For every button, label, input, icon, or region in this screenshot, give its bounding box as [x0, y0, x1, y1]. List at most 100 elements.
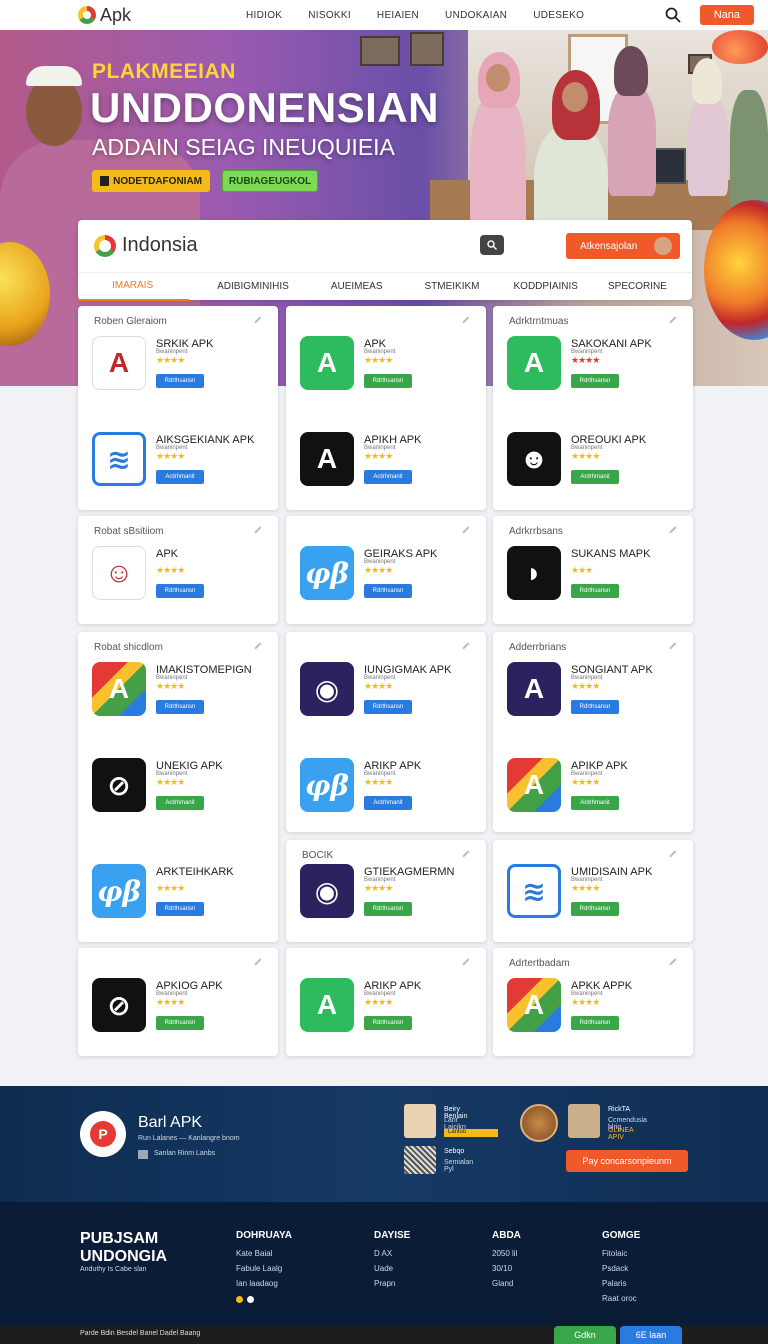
- download-button[interactable]: Rdrthsansn: [571, 700, 619, 714]
- footer-link[interactable]: Raat oroc: [602, 1294, 640, 1303]
- download-button[interactable]: Rdrthsansn: [571, 584, 619, 598]
- download-button[interactable]: Rdrthsansn: [571, 902, 619, 916]
- app-list-item[interactable]: ◗ SUKANS MAPK ★★★ Rdrthsansn: [507, 546, 687, 606]
- pin-icon[interactable]: [669, 642, 681, 654]
- app-list-item[interactable]: A SAKOKANI APK Bwaninpent ★★★★ Rdrthsansn: [507, 336, 687, 396]
- footer-link[interactable]: Gland: [492, 1279, 521, 1288]
- download-button[interactable]: Rdrthsansn: [364, 902, 412, 916]
- app-list-item[interactable]: φβ ARKTEIHKARK ★★★★ Rdrthsansn: [92, 864, 272, 924]
- pin-icon[interactable]: [669, 526, 681, 538]
- pin-icon[interactable]: [669, 958, 681, 970]
- download-button[interactable]: Rdrthsansn: [156, 902, 204, 916]
- carousel-dot-active[interactable]: [236, 1296, 243, 1303]
- pin-icon[interactable]: [669, 316, 681, 328]
- footer-link[interactable]: 30/10: [492, 1264, 521, 1273]
- app-list-item[interactable]: ⊘ APKIOG APK Bwaninpent ★★★★ Rdrthsansn: [92, 978, 272, 1038]
- download-button[interactable]: Rdrthsansn: [156, 374, 204, 388]
- app-list-item[interactable]: A SRKIK APK Bwaninpent ★★★★ Rdrthsansn: [92, 336, 272, 396]
- app-list-item[interactable]: φβ ARIKP APK Bwaninpent ★★★★ Ardrhmanit: [300, 758, 480, 818]
- pin-icon[interactable]: [254, 526, 266, 538]
- app-card: φβ GEIRAKS APK Bwaninpent ★★★★ Rdrthsansn: [286, 516, 486, 624]
- app-list-item[interactable]: ◉ IUNGIGMAK APK Bwaninpent ★★★★ Rdrthsansn: [300, 662, 480, 722]
- footer-link[interactable]: Psdack: [602, 1264, 640, 1273]
- pin-icon[interactable]: [254, 642, 266, 654]
- hero-secondary-button[interactable]: RUBIAGEUGKOL: [222, 170, 318, 192]
- tab[interactable]: ADIBIGMINIHIS: [189, 281, 301, 292]
- app-list-item[interactable]: ☻ OREOUKI APK Bwaninpent ★★★★ Ardrhmanit: [507, 432, 687, 492]
- download-button[interactable]: Ardrhmanit: [156, 470, 204, 484]
- nav-link[interactable]: HEIAIEN: [377, 10, 419, 21]
- pin-icon[interactable]: [462, 642, 474, 654]
- store-cta-button[interactable]: Atkensajolan: [566, 233, 680, 259]
- pin-icon[interactable]: [462, 850, 474, 862]
- pin-icon[interactable]: [462, 316, 474, 328]
- carousel-dot[interactable]: [247, 1296, 254, 1303]
- download-button[interactable]: Rdrthsansn: [156, 584, 204, 598]
- search-button[interactable]: [662, 4, 684, 26]
- avatar: [404, 1104, 436, 1138]
- download-button[interactable]: Rdrthsansn: [571, 1016, 619, 1030]
- download-button[interactable]: Rdrthsansn: [156, 1016, 204, 1030]
- rating-stars: ★★★★: [156, 997, 185, 1007]
- nav-link[interactable]: NISOKKI: [308, 10, 351, 21]
- app-list-item[interactable]: ≋ AIKSGEKIANK APK Bwaninpent ★★★★ Ardrhmanit: [92, 432, 272, 492]
- store-search-button[interactable]: [480, 235, 504, 255]
- download-button[interactable]: Rdrthsansn: [571, 374, 619, 388]
- download-button[interactable]: Ardrhmanit: [571, 470, 619, 484]
- download-button[interactable]: Rdrthsansn: [364, 584, 412, 598]
- promo-logo[interactable]: P: [80, 1111, 126, 1157]
- app-list-item[interactable]: A SONGIANT APK Bwaninpent ★★★★ Rdrthsansn: [507, 662, 687, 722]
- app-list-item[interactable]: ☺ APK ★★★★ Rdrthsansn: [92, 546, 272, 606]
- tab[interactable]: STMEIKIKM: [395, 281, 492, 292]
- app-list-item[interactable]: A APK Bwaninpent ★★★★ Rdrthsansn: [300, 336, 480, 396]
- search-icon: [665, 7, 681, 23]
- hero-primary-button[interactable]: NODETDAFONIAM: [92, 170, 210, 192]
- pin-icon[interactable]: [462, 958, 474, 970]
- pin-icon[interactable]: [462, 526, 474, 538]
- download-button[interactable]: Ardrhmanit: [571, 796, 619, 810]
- store-brand[interactable]: Indonsia: [94, 234, 198, 257]
- footer-link[interactable]: Uade: [374, 1264, 410, 1273]
- nav-link[interactable]: UNDOKAIAN: [445, 10, 507, 21]
- app-list-item[interactable]: ⊘ UNEKIG APK Bwaninpent ★★★★ Ardrhmanit: [92, 758, 272, 818]
- app-list-item[interactable]: A APIKH APK Bwaninpent ★★★★ Ardrhmanit: [300, 432, 480, 492]
- bottom-blue-button[interactable]: 6E laan: [620, 1326, 682, 1344]
- nav-link[interactable]: UDESEKO: [533, 10, 584, 21]
- app-list-item[interactable]: A APIKP APK Bwaninpent ★★★★ Ardrhmanit: [507, 758, 687, 818]
- footer-link[interactable]: Prapn: [374, 1279, 410, 1288]
- app-list-item[interactable]: ◉ GTIEKAGMERMN Bwaninpent ★★★★ Rdrthsansn: [300, 864, 480, 924]
- footer-link[interactable]: Fitolaic: [602, 1249, 640, 1258]
- tab-active[interactable]: IMARAIS: [78, 273, 190, 301]
- app-list-item[interactable]: A IMAKISTOMEPIGN Bwaninpent ★★★★ Rdrthsansn: [92, 662, 272, 722]
- tab[interactable]: AUEIMEAS: [301, 281, 395, 292]
- footer-link[interactable]: Fabule Laalg: [236, 1264, 292, 1273]
- pin-icon[interactable]: [669, 850, 681, 862]
- store-cta-label: Atkensajolan: [580, 240, 638, 252]
- promo-cta-button[interactable]: Pay concarsonpieunm: [566, 1150, 688, 1172]
- app-list-item[interactable]: ≋ UMIDISAIN APK Bwaninpent ★★★★ Rdrthsansn: [507, 864, 687, 924]
- nav-link[interactable]: HIDIOK: [246, 10, 282, 21]
- pin-icon[interactable]: [254, 316, 266, 328]
- download-button[interactable]: Ardrhmanit: [364, 470, 412, 484]
- download-button[interactable]: Rdrthsansn: [364, 374, 412, 388]
- tab[interactable]: KODDPIAINIS: [492, 281, 590, 292]
- nav-cta-button[interactable]: Nana: [699, 5, 754, 25]
- rating-stars: ★★★★: [364, 565, 393, 575]
- download-button[interactable]: Rdrthsansn: [364, 1016, 412, 1030]
- download-button[interactable]: Ardrhmanit: [156, 796, 204, 810]
- app-list-item[interactable]: A APKK APPK Bwaninpent ★★★★ Rdrthsansn: [507, 978, 687, 1038]
- footer-link[interactable]: Ian laadaog: [236, 1279, 292, 1288]
- download-button[interactable]: Ardrhmanit: [364, 796, 412, 810]
- download-button[interactable]: Rdrthsansn: [364, 700, 412, 714]
- download-button[interactable]: Rdrthsansn: [156, 700, 204, 714]
- footer-link[interactable]: Kate Baial: [236, 1249, 292, 1258]
- pin-icon[interactable]: [254, 958, 266, 970]
- tab[interactable]: SPECORINE: [590, 281, 679, 292]
- footer-link[interactable]: D AX: [374, 1249, 410, 1258]
- bottom-green-button[interactable]: Gdkn: [554, 1326, 616, 1344]
- app-list-item[interactable]: A ARIKP APK Bwaninpent ★★★★ Rdrthsansn: [300, 978, 480, 1038]
- app-list-item[interactable]: φβ GEIRAKS APK Bwaninpent ★★★★ Rdrthsansn: [300, 546, 480, 606]
- footer-link[interactable]: Palaris: [602, 1279, 640, 1288]
- footer-link[interactable]: 2050 lil: [492, 1249, 521, 1258]
- logo[interactable]: Apk: [78, 5, 228, 26]
